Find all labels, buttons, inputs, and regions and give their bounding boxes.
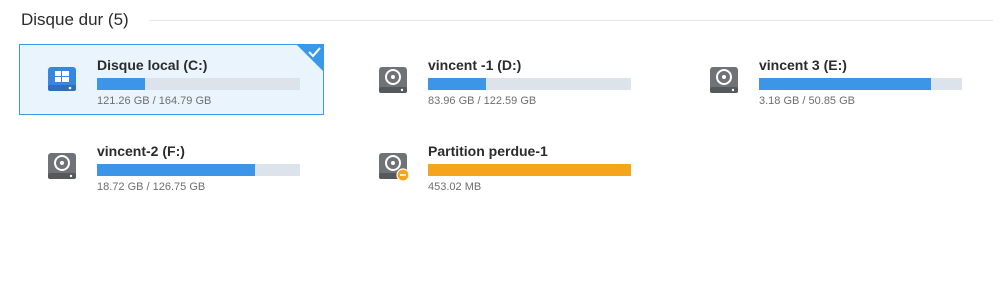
usage-bar [759, 78, 962, 90]
drive-size: 18.72 GB / 126.75 GB [97, 181, 206, 193]
drive-size: 3.18 GB / 50.85 GB [759, 95, 856, 107]
usage-bar [428, 164, 631, 176]
usage-bar-fill [428, 164, 631, 176]
usage-bar-fill [97, 78, 145, 90]
drive-name: Disque local (C:) [97, 57, 208, 73]
section-divider [148, 19, 993, 21]
section-header: Disque dur (5) [21, 8, 993, 32]
section-title: Disque dur (5) [21, 10, 129, 29]
lost-partition-icon [377, 149, 410, 183]
usage-bar-fill [428, 78, 487, 90]
usage-bar [428, 78, 631, 90]
drive-card-f[interactable]: vincent-2 (F:) 18.72 GB / 126.75 GB [19, 130, 324, 201]
hard-drive-icon [46, 149, 78, 183]
usage-bar-fill [759, 78, 931, 90]
usage-bar-fill [97, 164, 255, 176]
drive-size: 121.26 GB / 164.79 GB [97, 95, 212, 107]
drive-card-c[interactable]: Disque local (C:) 121.26 GB / 164.79 GB [19, 44, 324, 115]
drive-name: vincent 3 (E:) [759, 57, 847, 73]
hard-drive-icon [708, 63, 740, 97]
drive-card-d[interactable]: vincent -1 (D:) 83.96 GB / 122.59 GB [350, 44, 655, 115]
windows-drive-icon [46, 63, 78, 97]
drive-name: vincent-2 (F:) [97, 143, 185, 159]
usage-bar [97, 164, 300, 176]
drive-card-lost-partition[interactable]: Partition perdue-1 453.02 MB [350, 130, 655, 201]
drive-name: Partition perdue-1 [428, 143, 548, 159]
usage-bar [97, 78, 300, 90]
drive-size: 453.02 MB [428, 181, 482, 193]
drive-size: 83.96 GB / 122.59 GB [428, 95, 537, 107]
drive-card-e[interactable]: vincent 3 (E:) 3.18 GB / 50.85 GB [681, 44, 986, 115]
selected-check-icon [296, 44, 324, 72]
drive-name: vincent -1 (D:) [428, 57, 522, 73]
hard-drive-icon [377, 63, 409, 97]
